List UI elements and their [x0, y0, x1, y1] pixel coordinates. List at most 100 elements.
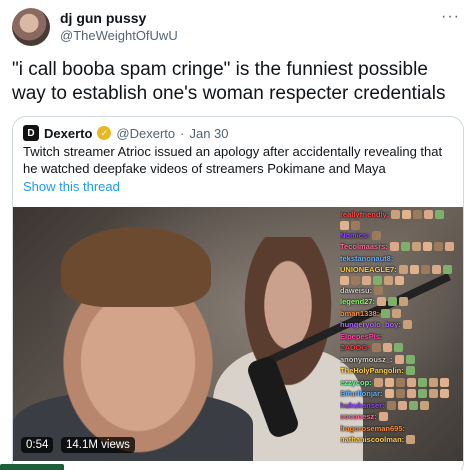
chat-emote-icon — [382, 343, 392, 353]
chat-emote-icon — [393, 343, 403, 353]
chat-line: ElpepesPls: — [340, 331, 462, 343]
chat-emote-icon — [444, 242, 454, 252]
chat-emote-icon — [406, 389, 416, 399]
quoted-author-name[interactable]: Dexerto — [44, 126, 92, 141]
show-thread-link[interactable]: Show this thread — [23, 179, 120, 194]
quoted-tweet-text: Twitch streamer Atrioc issued an apology… — [23, 144, 443, 176]
author-display-name[interactable]: dj gun pussy — [60, 10, 146, 26]
chat-emote-icon — [386, 400, 396, 410]
chat-line: Tecolmaasrs: — [340, 241, 462, 253]
chat-username: tekstanonaut8: — [340, 253, 394, 263]
chat-emote-icon — [417, 377, 427, 387]
chat-username: Tecolmaasrs: — [340, 242, 388, 251]
chat-emote-icon — [419, 400, 429, 410]
chat-emote-icon — [402, 210, 412, 220]
chat-emote-icon — [433, 242, 443, 252]
chat-emote-icon — [384, 377, 394, 387]
chat-username: reallyfriendly: — [340, 210, 390, 219]
video-duration: 0:54 — [21, 437, 54, 453]
chat-line: coconesz: — [340, 411, 462, 423]
chat-emote-icon — [395, 275, 404, 285]
quoted-tweet-date[interactable]: Jan 30 — [189, 126, 228, 141]
chat-emote-icon — [389, 242, 399, 252]
chat-emote-icon — [395, 377, 405, 387]
chat-emote-icon — [377, 297, 387, 307]
chat-username: Nomics: — [340, 230, 370, 240]
chat-line: daweisu: — [340, 285, 462, 297]
chat-username: UNIONEAGLE7: — [340, 265, 397, 274]
dexerto-logo-icon: D — [23, 125, 39, 141]
bottom-edge-chip — [0, 464, 64, 470]
chat-username: ZADOG: — [340, 343, 370, 352]
chat-emote-icon — [402, 320, 412, 330]
chat-emote-icon — [406, 377, 416, 387]
chat-emote-icon — [384, 389, 394, 399]
chat-emote-icon — [400, 242, 410, 252]
verified-badge-icon: ✓ — [97, 126, 112, 140]
chat-emote-icon — [411, 242, 421, 252]
chat-username: coconesz: — [340, 412, 377, 421]
chat-emote-icon — [374, 285, 384, 295]
more-horizontal-icon[interactable]: ··· — [441, 8, 460, 26]
chat-username: ezzycop: — [340, 377, 372, 387]
chat-emote-icon — [424, 210, 434, 220]
chat-emote-icon — [431, 265, 441, 275]
chat-emote-icon — [428, 377, 438, 387]
chat-username: TheHolyPangolin: — [340, 366, 404, 375]
chat-emote-icon — [435, 210, 445, 220]
chat-line: reallyfriendly: — [340, 209, 462, 221]
chat-emote-icon — [381, 308, 391, 318]
chat-line — [340, 275, 462, 285]
chat-emote-icon — [362, 275, 371, 285]
chat-emote-icon — [391, 210, 401, 220]
chat-line: legend27: — [340, 296, 462, 308]
chat-emote-icon — [413, 210, 423, 220]
video-player[interactable]: reallyfriendly: Nomics: Tecolmaasrs: teksta… — [13, 207, 463, 461]
chat-line: nathaniscoolman: — [340, 434, 462, 446]
chat-line: tekstanonaut8: — [340, 253, 462, 265]
chat-username: Bifurlionjar: — [340, 389, 383, 398]
meta-separator: · — [180, 125, 185, 141]
chat-username: daweisu: — [340, 285, 373, 295]
chat-line: hungeryolo_boy: — [340, 319, 462, 331]
chat-emote-icon — [378, 412, 388, 422]
chat-line: TheHolyPangolin: — [340, 365, 462, 377]
chat-username: legend27: — [340, 297, 376, 306]
avatar[interactable] — [12, 8, 50, 46]
chat-emote-icon — [373, 275, 382, 285]
chat-username: anonymousz_: — [340, 354, 393, 364]
chat-line: UNIONEAGLE7: — [340, 264, 462, 276]
quoted-tweet-card[interactable]: D Dexerto ✓ @Dexerto · Jan 30 Twitch str… — [12, 116, 464, 470]
quoted-author-handle[interactable]: @Dexerto — [116, 126, 175, 141]
chat-emote-icon — [371, 343, 381, 353]
chat-line: anonymousz_: — [340, 354, 462, 366]
chat-emote-icon — [408, 400, 418, 410]
video-frame-person-hair — [61, 227, 211, 307]
chat-line: hukukanser: — [340, 400, 462, 412]
chat-username: bman1338: — [340, 308, 380, 318]
chat-emote-icon — [398, 265, 408, 275]
chat-username: fragoroseman695: — [340, 423, 406, 433]
chat-username: hukukanser: — [340, 400, 385, 410]
chat-emote-icon — [405, 354, 415, 364]
author-handle[interactable]: @TheWeightOfUwU — [60, 28, 178, 43]
chat-line: ezzycop: — [340, 377, 462, 389]
chat-emote-icon — [392, 308, 402, 318]
chat-line: Nomics: — [340, 230, 462, 242]
chat-line: ZADOG: — [340, 342, 462, 354]
chat-emote-icon — [439, 389, 449, 399]
video-frame-person-background-head — [233, 237, 343, 407]
chat-emote-icon — [373, 377, 383, 387]
chat-emote-icon — [439, 377, 449, 387]
chat-emote-icon — [417, 389, 427, 399]
tweet-text: "i call booba spam cringe" is the funnie… — [12, 59, 446, 104]
chat-emote-icon — [340, 220, 349, 230]
chat-username: nathaniscoolman: — [340, 435, 405, 444]
chat-emote-icon — [442, 265, 452, 275]
chat-emote-icon — [394, 354, 404, 364]
chat-emote-icon — [428, 389, 438, 399]
video-view-count: 14.1M views — [61, 437, 135, 453]
chat-emote-icon — [340, 275, 349, 285]
chat-line: fragoroseman695: — [340, 423, 462, 435]
chat-emote-icon — [422, 242, 432, 252]
